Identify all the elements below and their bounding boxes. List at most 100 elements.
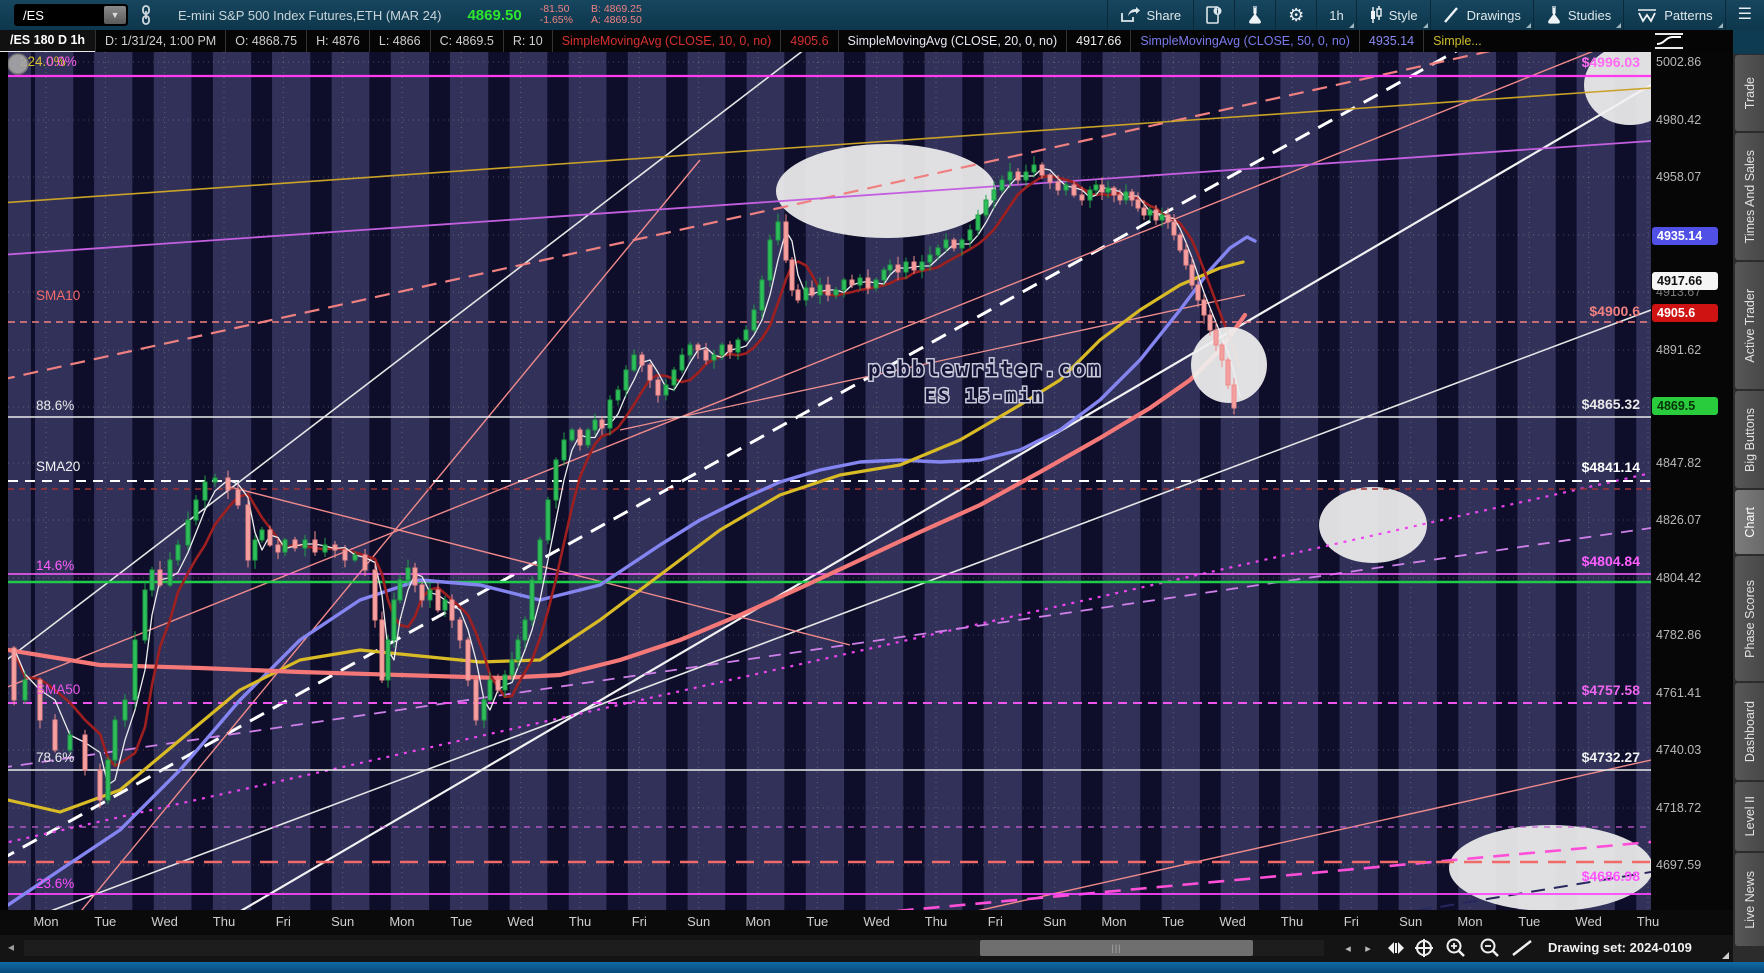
drawings-button[interactable]: Drawings bbox=[1429, 0, 1533, 30]
left-chart-label: 23.6% bbox=[36, 876, 74, 891]
sidebar-tab-label: Phase Scores bbox=[1742, 579, 1757, 658]
scroll-next-icon[interactable]: ▸ bbox=[1356, 937, 1380, 959]
top-toolbar: /ES ▼ E-mini S&P 500 Index Futures,ETH (… bbox=[0, 0, 1764, 30]
pan-left-arrow-icon[interactable]: ◂ bbox=[8, 940, 14, 954]
report-button[interactable]: i bbox=[1193, 0, 1234, 30]
share-button-label: Share bbox=[1146, 7, 1182, 23]
time-axis-label: Wed bbox=[1575, 914, 1602, 929]
sidebar-tab-label: Level II bbox=[1742, 796, 1757, 837]
pattern-icon bbox=[1636, 6, 1658, 24]
change-percent: -1.65% bbox=[539, 14, 573, 26]
sidebar-tab-label: Dashboard bbox=[1742, 700, 1757, 763]
time-axis-label: Thu bbox=[924, 914, 948, 929]
dropdown-caret-icon bbox=[1616, 23, 1622, 28]
price-axis[interactable]: 5002.86 4980.42 4958.07 4913.67 4891.62 4847.… bbox=[1651, 52, 1733, 910]
watermark-line1: pebblewriter.com bbox=[868, 357, 1102, 381]
menu-icon: ☰ bbox=[1737, 6, 1752, 23]
zoom-in-icon[interactable] bbox=[1444, 937, 1468, 959]
ohlc-segment-11: 4935.14 bbox=[1358, 30, 1423, 52]
moving-averages bbox=[8, 167, 1257, 907]
ohlc-segment-7: 4905.6 bbox=[780, 30, 837, 52]
time-axis-label: Fri bbox=[275, 914, 291, 929]
candle-icon bbox=[1369, 6, 1383, 24]
timeframe-button-label: 1h bbox=[1329, 7, 1344, 23]
fib-labels: 224.0%0.0%SMA1088.6%SMA2014.6%SMA5078.6%… bbox=[20, 54, 80, 891]
ohlc-segment-3: L: 4866 bbox=[368, 30, 430, 52]
expand-horizontal-icon[interactable] bbox=[1384, 937, 1408, 959]
sidebar-tab-trade[interactable]: Trade bbox=[1735, 55, 1764, 131]
sidebar-tab-label: Live News bbox=[1742, 870, 1757, 929]
time-axis-label: Thu bbox=[1636, 914, 1660, 929]
sidebar-tab-active-trader[interactable]: Active Trader bbox=[1735, 262, 1764, 389]
sidebar-tab-live-news[interactable]: Live News bbox=[1735, 853, 1764, 946]
time-axis-label: Mon bbox=[33, 914, 59, 929]
left-chart-label: 14.6% bbox=[36, 558, 74, 573]
zoom-out-icon[interactable] bbox=[1478, 937, 1502, 959]
drawing-handle-marker bbox=[8, 53, 29, 75]
instrument-title: E-mini S&P 500 Index Futures,ETH (MAR 24… bbox=[178, 7, 442, 23]
ohlc-segment-1: O: 4868.75 bbox=[225, 30, 306, 52]
sidebar-tab-big-buttons[interactable]: Big Buttons bbox=[1735, 391, 1764, 488]
right-sidebar: Trade Times And Sales Active Trader Big But… bbox=[1733, 30, 1764, 962]
timeframe-button[interactable]: 1h bbox=[1316, 0, 1355, 30]
chart-symbol-tab[interactable]: /ES 180 D 1h bbox=[0, 30, 96, 52]
ohlc-segment-10: SimpleMovingAvg (CLOSE, 50, 0, no) bbox=[1130, 30, 1359, 52]
drawings-button-label: Drawings bbox=[1466, 7, 1521, 23]
toolbar-button-group: Share i ⚙ 1h Style Drawings Studies Patterns ☰ bbox=[1107, 0, 1764, 30]
last-price: 4869.50 bbox=[467, 6, 522, 24]
chart-scrollbar[interactable]: ||| bbox=[24, 940, 1324, 956]
time-axis-label: Tue bbox=[1162, 914, 1185, 929]
time-axis-label: Thu bbox=[212, 914, 236, 929]
style-button[interactable]: Style bbox=[1355, 0, 1430, 30]
share-button[interactable]: Share bbox=[1107, 0, 1193, 30]
drawing-set-label[interactable]: Drawing set: 2024-0109 bbox=[1548, 940, 1692, 955]
ohlc-segment-5: R: 10 bbox=[502, 30, 552, 52]
left-chart-label: SMA50 bbox=[36, 682, 80, 697]
time-axis-label: Sun bbox=[1043, 914, 1067, 929]
chart-plot-area[interactable]: $4996.03 $4900.6 $4865.32 $4841.14 $4804.84 $… bbox=[8, 52, 1651, 910]
settings-button[interactable]: ⚙ bbox=[1275, 0, 1316, 30]
draw-line-icon[interactable] bbox=[1510, 937, 1534, 959]
symbol-input[interactable]: /ES ▼ bbox=[14, 4, 128, 26]
price-axis-label: 4761.41 bbox=[1656, 686, 1702, 700]
sidebar-tab-level-ii[interactable]: Level II bbox=[1735, 782, 1764, 851]
sidebar-header-box[interactable] bbox=[1733, 30, 1764, 54]
time-axis-label: Wed bbox=[1219, 914, 1246, 929]
level-price-label: $4804.84 bbox=[1582, 553, 1641, 569]
price-axis-label: 5002.86 bbox=[1656, 55, 1702, 69]
price-badge: 4935.14 bbox=[1652, 227, 1718, 245]
analyze-button[interactable] bbox=[1234, 0, 1275, 30]
symbol-value: /ES bbox=[23, 7, 44, 23]
sidebar-tab-times-and-sales[interactable]: Times And Sales bbox=[1735, 133, 1764, 260]
sidebar-tab-phase-scores[interactable]: Phase Scores bbox=[1735, 556, 1764, 681]
time-axis[interactable]: Mon Tue Wed Thu Fri Sun Mon Tue Wed Thu Fri Sun Mon T… bbox=[0, 910, 1733, 935]
time-axis-label: Wed bbox=[151, 914, 178, 929]
scrollbar-thumb[interactable]: ||| bbox=[980, 940, 1253, 956]
chart-canvas[interactable]: $4996.03 $4900.6 $4865.32 $4841.14 $4804.84 $… bbox=[8, 52, 1651, 910]
resize-corner-icon[interactable] bbox=[1722, 952, 1729, 959]
time-axis-label: Wed bbox=[863, 914, 890, 929]
price-axis-label: 4782.86 bbox=[1656, 628, 1702, 642]
level-price-label: $4732.27 bbox=[1582, 749, 1641, 765]
time-axis-label: Thu bbox=[1280, 914, 1304, 929]
time-axis-label: Mon bbox=[1101, 914, 1127, 929]
symbol-dropdown-caret-icon[interactable]: ▼ bbox=[104, 6, 126, 24]
patterns-button[interactable]: Patterns bbox=[1623, 0, 1724, 30]
ohlc-segment-4: C: 4869.5 bbox=[429, 30, 503, 52]
time-axis-label: Thu bbox=[568, 914, 592, 929]
menu-button[interactable]: ☰ bbox=[1724, 0, 1764, 30]
link-icon[interactable] bbox=[140, 5, 152, 25]
curve-style-icon[interactable] bbox=[1652, 31, 1686, 51]
drawing-handle bbox=[8, 53, 29, 75]
sidebar-tab-chart[interactable]: Chart bbox=[1735, 490, 1764, 554]
pan-crosshair-icon[interactable] bbox=[1412, 937, 1436, 959]
watermark: pebblewriter.com ES 15-min bbox=[866, 356, 1102, 409]
patterns-button-label: Patterns bbox=[1664, 7, 1713, 23]
ask-value: A: 4869.50 bbox=[590, 14, 642, 26]
price-badge: 4905.6 bbox=[1652, 304, 1718, 322]
price-axis-label: 4826.07 bbox=[1656, 513, 1702, 527]
sidebar-tab-dashboard[interactable]: Dashboard bbox=[1735, 683, 1764, 780]
studies-button[interactable]: Studies bbox=[1532, 0, 1623, 30]
ohlc-segment-0: D: 1/31/24, 1:00 PM bbox=[95, 30, 225, 52]
ohlc-segment-12: Simple... bbox=[1423, 30, 1491, 52]
